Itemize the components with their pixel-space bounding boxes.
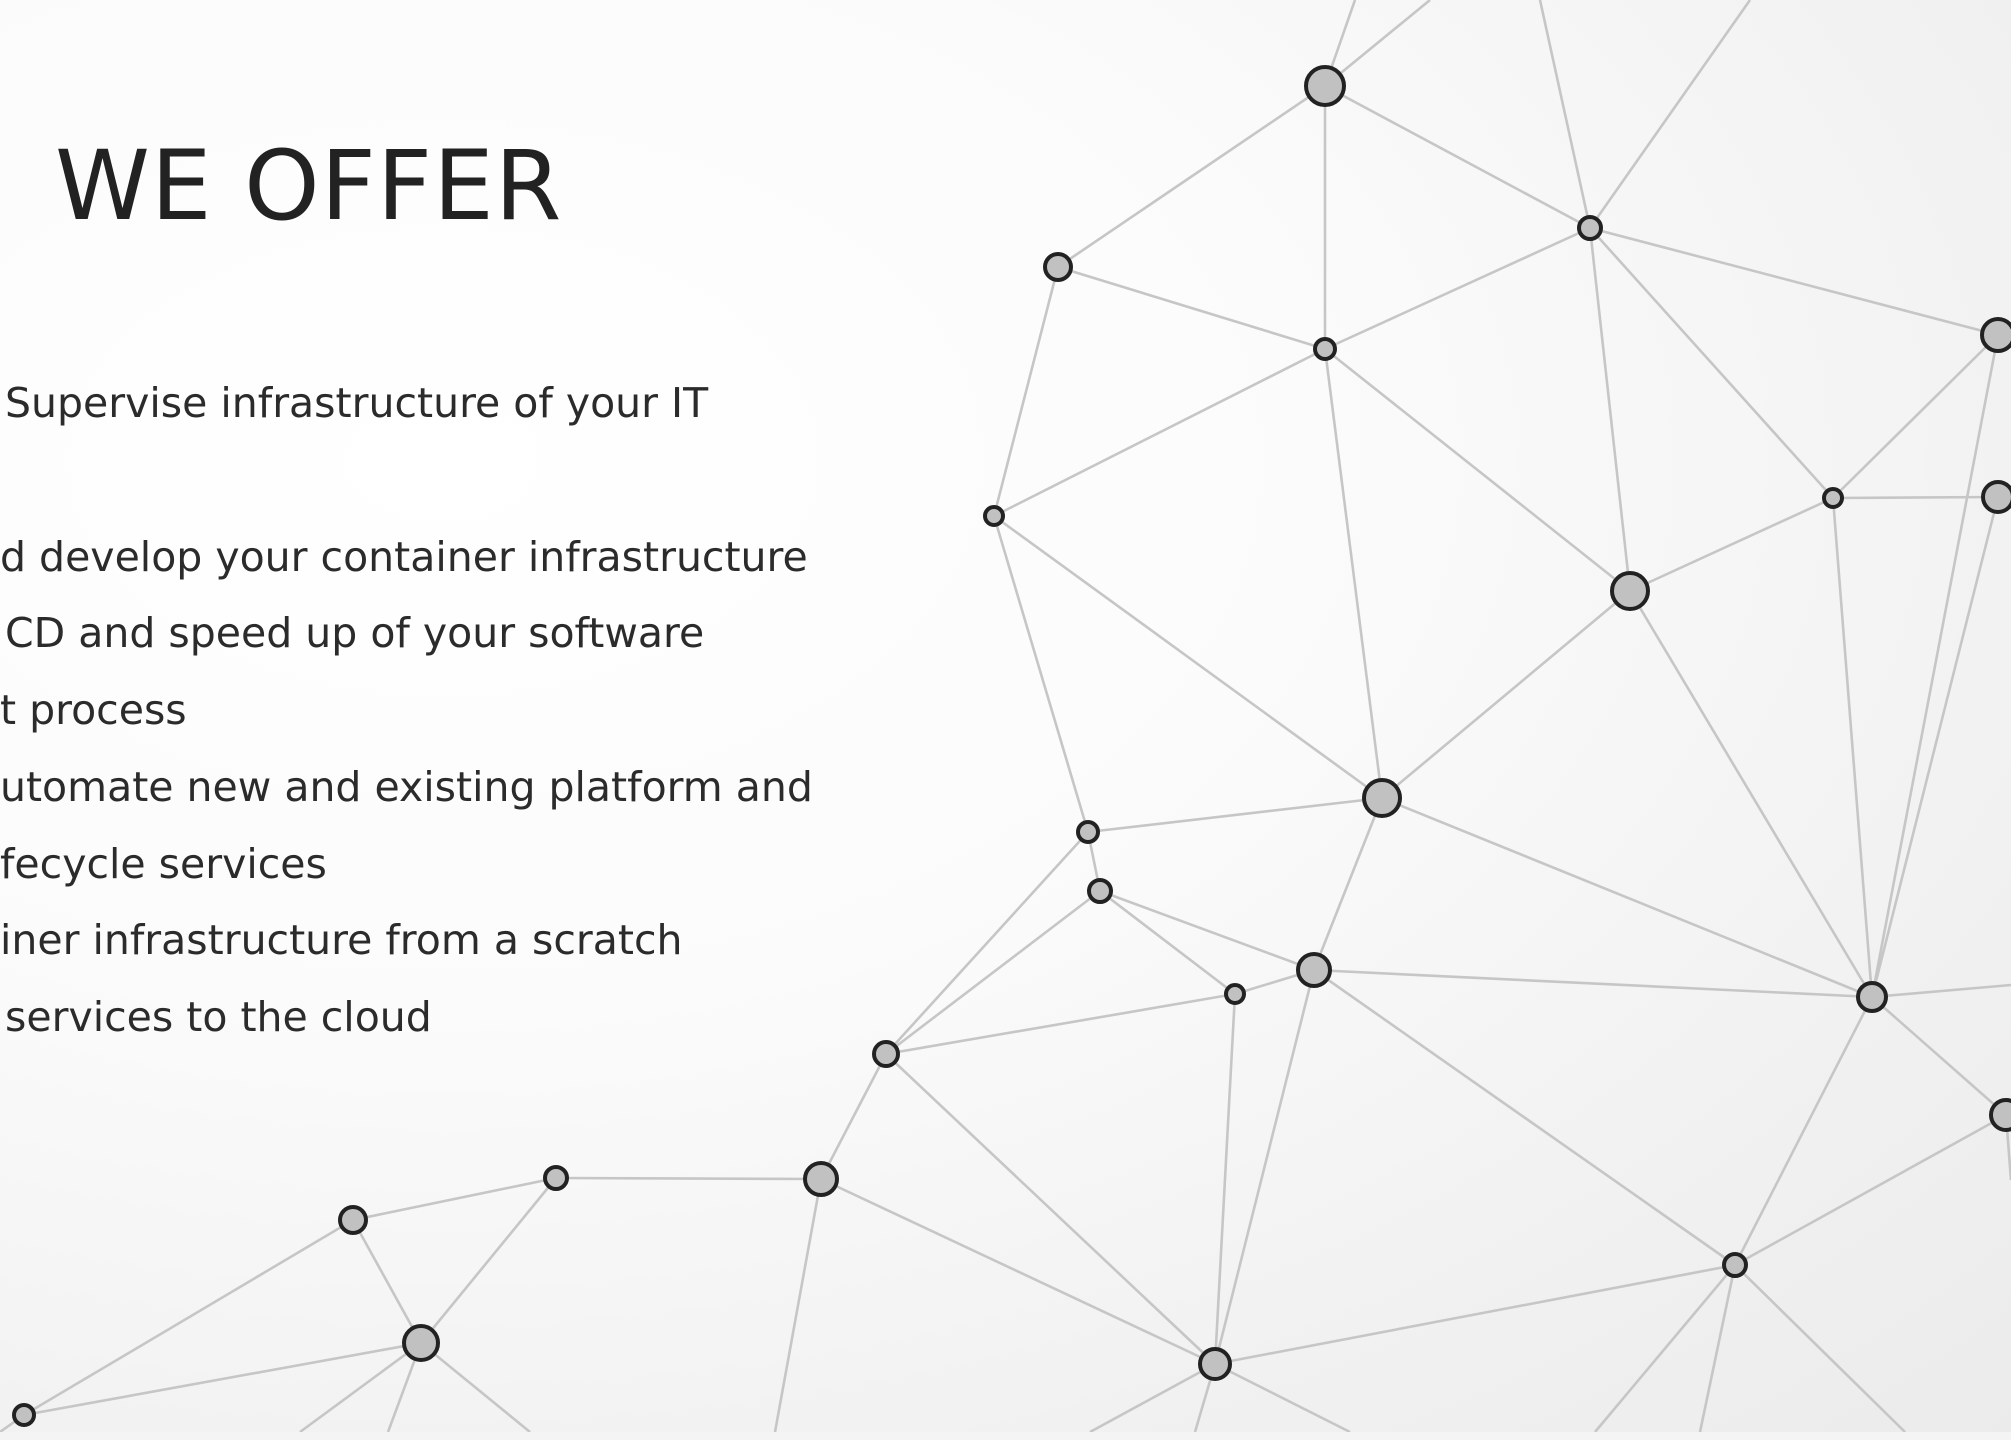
network-node [1722,1252,1748,1278]
network-node [338,1205,368,1235]
network-edge [1871,983,2011,999]
network-edge [1213,993,1237,1365]
network-node [1577,215,1603,241]
network-node [12,1403,36,1427]
network-edge [992,515,1090,833]
network-edge [1214,1263,1736,1366]
network-node [1856,981,1888,1013]
network-edge [773,1178,823,1433]
network-edge [1214,1362,1351,1434]
network-edge [1589,227,1834,499]
network-edge [1099,889,1315,972]
network-edge [993,347,1326,518]
network-node [543,1165,569,1191]
network-edge [819,1053,888,1180]
network-edge [1831,497,1874,998]
network-node [1822,487,1844,509]
network-node [803,1161,839,1197]
network-node [1981,480,2011,514]
network-node [1362,778,1402,818]
network-edge [420,1341,531,1434]
network-edge [1313,968,1873,999]
network-edge [1057,84,1326,269]
network-edge [1323,348,1384,799]
offer-line: fecycle services [0,840,327,888]
network-edge [1313,968,1736,1267]
offer-line: utomate new and existing platform and [0,763,813,811]
network-edge [555,1176,822,1181]
offer-line: services to the cloud [5,993,432,1041]
network-edge [1538,0,1592,229]
offer-line: t process [0,686,187,734]
network-edge [1087,796,1383,834]
network-edge [1870,334,2000,998]
offer-line: d develop your container infrastructure [0,533,808,581]
network-node [1224,983,1246,1005]
network-edge [885,831,1089,1055]
network-node [983,505,1005,527]
network-edge [351,1219,423,1344]
offer-line: Supervise infrastructure of your IT [5,379,709,427]
offer-line: iner infrastructure from a scratch [0,916,683,964]
network-edge [885,889,1101,1056]
network-edge [1871,996,2007,1116]
network-edge [885,1053,1216,1365]
network-node [1989,1098,2011,1132]
network-edge [299,1341,422,1434]
page-title: WE OFFER [55,130,563,242]
network-node [1304,65,1346,107]
network-edge [1324,84,1591,230]
network-edge [1589,226,1999,337]
network-edge [1099,889,1236,996]
network-edge [1213,969,1316,1365]
network-edge [1698,1264,1737,1433]
network-edge [885,992,1236,1056]
network-edge [1734,1113,2007,1267]
network-edge [1734,1264,1906,1433]
network-node [402,1324,440,1362]
network-edge [993,514,1383,800]
network-edge [1870,496,2000,998]
network-edge [1832,334,1999,499]
network-edge [1324,347,1631,593]
network-node [872,1040,900,1068]
network-edge [1324,226,1591,351]
network-edge [1381,590,1631,799]
network-edge [1832,495,1999,500]
network-edge [992,266,1060,517]
network-node [1313,337,1337,361]
network-edge [1594,1264,1736,1433]
network-edge [1588,0,1752,229]
network-edge [1588,227,1632,592]
network-edge [1628,590,1874,998]
network-edge [1057,265,1326,351]
offer-line: CD and speed up of your software [5,609,705,657]
network-edge [1089,1362,1216,1434]
network-edge [1629,496,1834,593]
network-node [1076,820,1100,844]
network-node [1296,952,1332,988]
network-edge [1381,796,1873,999]
network-edge [820,1177,1216,1366]
bottom-bar [0,1432,2011,1440]
network-edge [1733,996,1874,1266]
network-node [1043,252,1073,282]
network-node [1087,878,1113,904]
network-edge [1312,797,1384,971]
network-node [1980,317,2011,353]
network-node [1198,1347,1232,1381]
network-node [1610,571,1650,611]
